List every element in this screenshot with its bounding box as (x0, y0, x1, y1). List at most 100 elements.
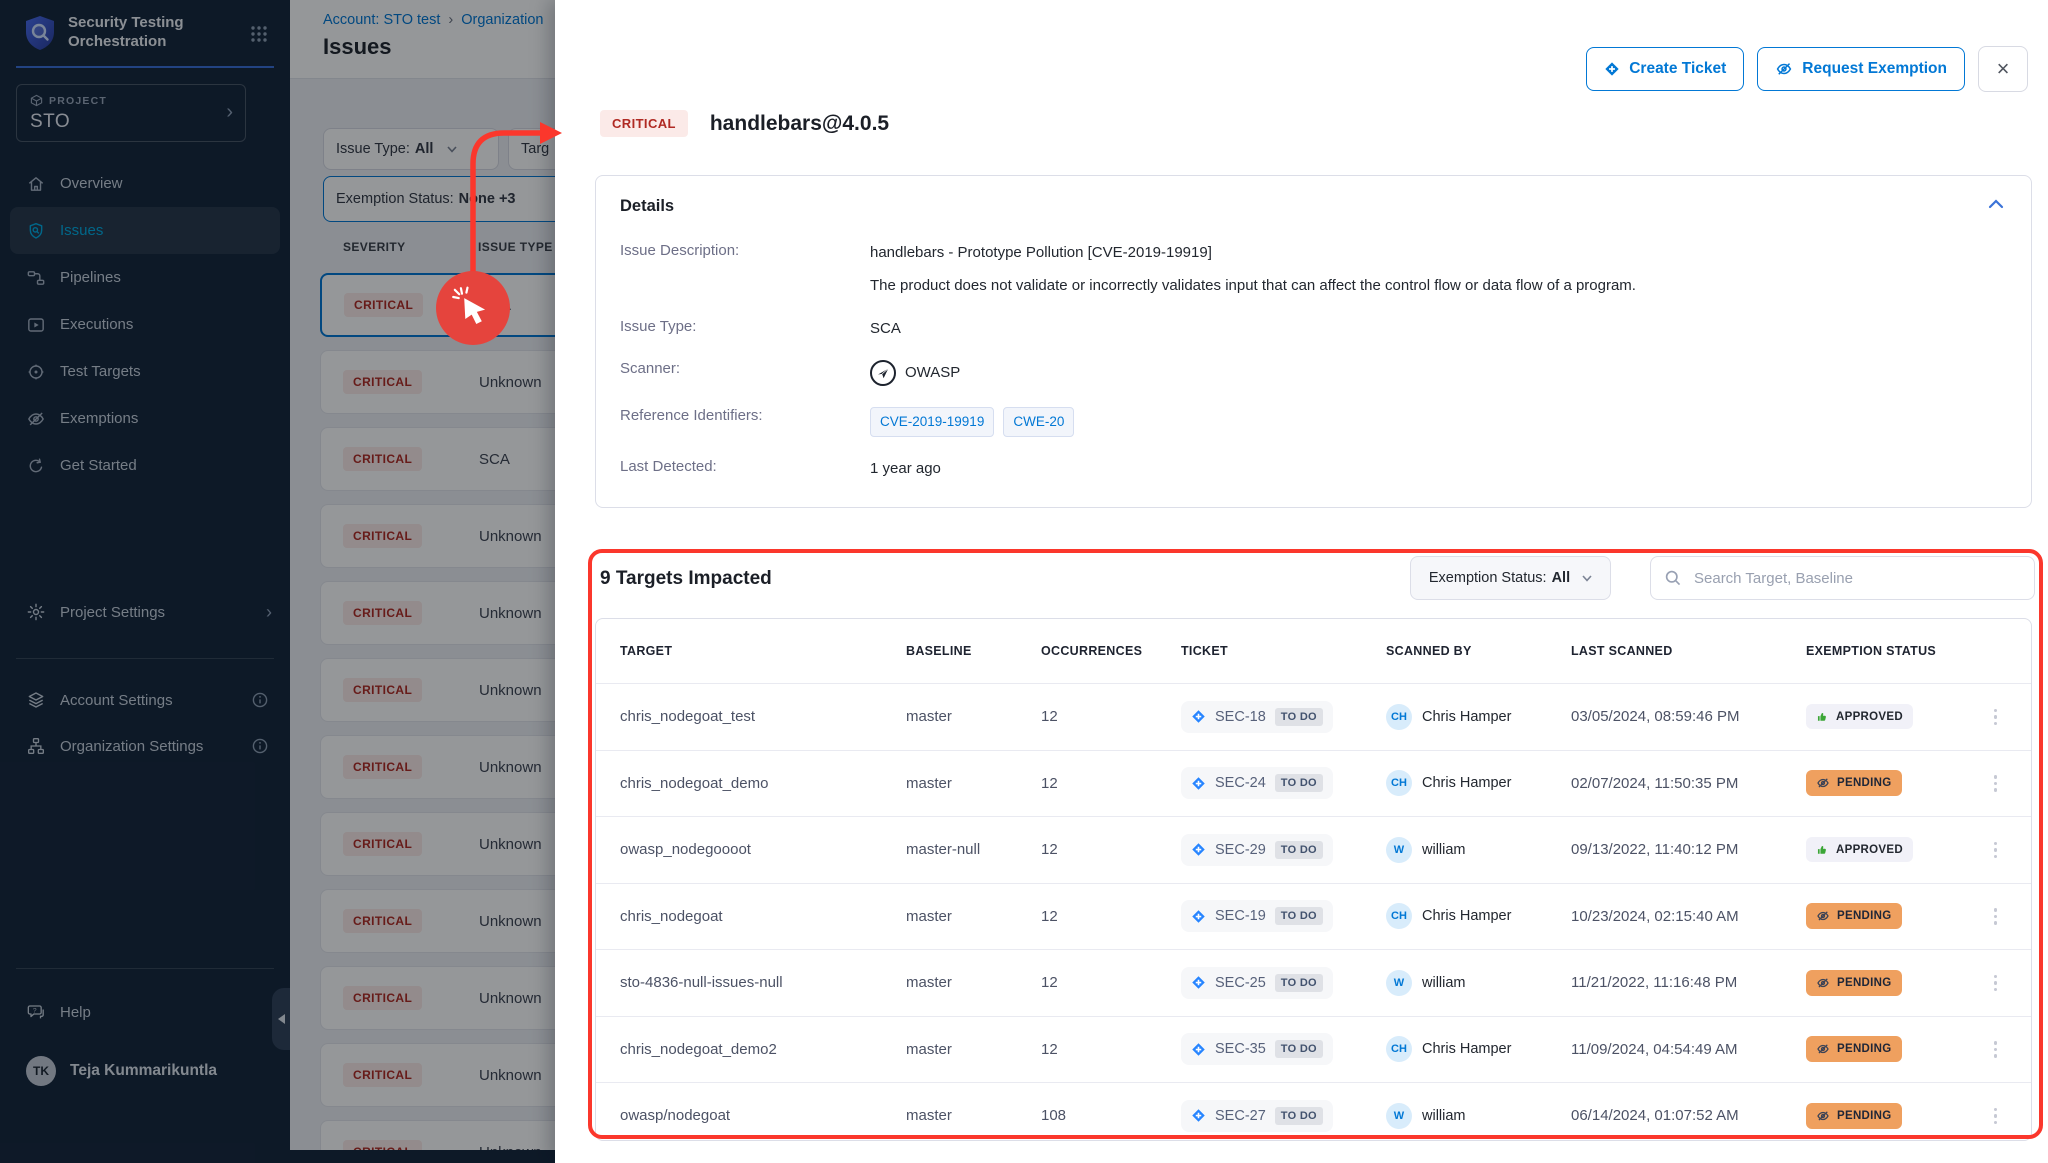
eye-off-icon (1816, 1109, 1830, 1123)
row-menu-kebab-icon[interactable] (1994, 1041, 2008, 1058)
occurrences-cell: 12 (1041, 775, 1181, 792)
occurrences-cell: 12 (1041, 708, 1181, 725)
row-menu-kebab-icon[interactable] (1994, 908, 2008, 925)
baseline-cell: master (906, 974, 1041, 991)
exemption-status-label: APPROVED (1836, 711, 1903, 723)
exemption-status-badge: PENDING (1806, 1103, 1902, 1129)
targets-table-header: TARGET BASELINE OCCURRENCES TICKET SCANN… (596, 619, 2031, 683)
jira-diamond-icon (1191, 1108, 1206, 1123)
exemption-status-label: PENDING (1837, 1043, 1892, 1055)
button-label: Create Ticket (1629, 60, 1726, 78)
close-button[interactable]: × (1978, 46, 2028, 92)
exemption-status-badge: PENDING (1806, 970, 1902, 996)
avatar: CH (1386, 1036, 1412, 1062)
ticket-status-badge: TO DO (1275, 774, 1323, 792)
target-cell: chris_nodegoat_demo2 (620, 1041, 906, 1058)
exemption-status-dropdown[interactable]: Exemption Status:All (1410, 556, 1611, 600)
row-menu-kebab-icon[interactable] (1994, 775, 2008, 792)
table-row[interactable]: owasp/nodegoat master 108 SEC-27 TO DO W… (596, 1082, 2031, 1141)
table-row[interactable]: chris_nodegoat_test master 12 SEC-18 TO … (596, 683, 2031, 750)
ticket-pill[interactable]: SEC-19 TO DO (1181, 900, 1333, 932)
issue-title: handlebars@4.0.5 (710, 112, 889, 136)
row-menu-kebab-icon[interactable] (1994, 709, 2008, 726)
ticket-pill[interactable]: SEC-24 TO DO (1181, 767, 1333, 799)
ticket-pill[interactable]: SEC-27 TO DO (1181, 1100, 1333, 1132)
owasp-scanner-icon (870, 360, 896, 386)
reference-chip-cwe[interactable]: CWE-20 (1003, 407, 1074, 437)
field-label: Last Detected: (620, 458, 870, 475)
baseline-cell: master (906, 708, 1041, 725)
eye-off-icon (1775, 60, 1793, 78)
row-menu-kebab-icon[interactable] (1994, 975, 2008, 992)
targets-table: TARGET BASELINE OCCURRENCES TICKET SCANN… (595, 618, 2032, 1141)
avatar: W (1386, 970, 1412, 996)
target-cell: owasp/nodegoat (620, 1107, 906, 1124)
scanned-by-name: Chris Hamper (1422, 1041, 1511, 1057)
field-issue-type: Issue Type: SCA (620, 318, 2007, 340)
exemption-status-badge: PENDING (1806, 903, 1902, 929)
exemption-status-badge: APPROVED (1806, 704, 1913, 729)
col-scanned-by: SCANNED BY (1386, 643, 1571, 660)
last-scanned-cell: 10/23/2024, 02:15:40 AM (1571, 908, 1806, 925)
ticket-id: SEC-19 (1215, 908, 1266, 924)
last-scanned-cell: 06/14/2024, 01:07:52 AM (1571, 1107, 1806, 1124)
details-heading: Details (620, 197, 2007, 216)
scanned-by-name: Chris Hamper (1422, 775, 1511, 791)
search-input[interactable] (1692, 569, 2021, 588)
ticket-pill[interactable]: SEC-29 TO DO (1181, 834, 1333, 866)
ticket-status-badge: TO DO (1275, 841, 1323, 859)
search-icon (1664, 569, 1682, 587)
chevron-up-icon[interactable] (1987, 198, 2005, 210)
thumbs-up-icon (1816, 710, 1829, 723)
eye-off-icon (1816, 776, 1830, 790)
last-detected-value: 1 year ago (870, 458, 2007, 480)
exemption-status-label: PENDING (1837, 910, 1892, 922)
target-search[interactable] (1650, 556, 2035, 600)
scanned-by-name: Chris Hamper (1422, 709, 1511, 725)
ticket-id: SEC-18 (1215, 709, 1266, 725)
exemption-status-badge: PENDING (1806, 1036, 1902, 1062)
occurrences-cell: 12 (1041, 974, 1181, 991)
ticket-id: SEC-24 (1215, 775, 1266, 791)
issue-description-body: The product does not validate or incorre… (870, 275, 2007, 297)
create-ticket-button[interactable]: Create Ticket (1586, 47, 1744, 91)
table-row[interactable]: sto-4836-null-issues-null master 12 SEC-… (596, 949, 2031, 1016)
exemption-status-badge: APPROVED (1806, 837, 1913, 862)
baseline-cell: master (906, 908, 1041, 925)
table-row[interactable]: chris_nodegoat_demo master 12 SEC-24 TO … (596, 750, 2031, 817)
ticket-status-badge: TO DO (1275, 974, 1323, 992)
jira-diamond-icon (1604, 61, 1620, 77)
ticket-pill[interactable]: SEC-18 TO DO (1181, 701, 1333, 733)
target-cell: chris_nodegoat_test (620, 708, 906, 725)
table-row[interactable]: chris_nodegoat_demo2 master 12 SEC-35 TO… (596, 1016, 2031, 1083)
exemption-status-label: PENDING (1837, 977, 1892, 989)
field-label: Issue Description: (620, 242, 870, 259)
last-scanned-cell: 03/05/2024, 08:59:46 PM (1571, 708, 1806, 725)
table-row[interactable]: chris_nodegoat master 12 SEC-19 TO DO CH… (596, 883, 2031, 950)
avatar: CH (1386, 903, 1412, 929)
targets-impacted-heading: 9 Targets Impacted (600, 568, 772, 590)
ticket-pill[interactable]: SEC-35 TO DO (1181, 1033, 1333, 1065)
baseline-cell: master (906, 1041, 1041, 1058)
field-reference-identifiers: Reference Identifiers: CVE-2019-19919 CW… (620, 407, 2007, 437)
field-scanner: Scanner: OWASP (620, 360, 2007, 386)
request-exemption-button[interactable]: Request Exemption (1757, 47, 1965, 91)
exemption-status-label: PENDING (1837, 777, 1892, 789)
baseline-cell: master-null (906, 841, 1041, 858)
row-menu-kebab-icon[interactable] (1994, 1108, 2008, 1125)
eye-off-icon (1816, 909, 1830, 923)
thumbs-up-icon (1816, 843, 1829, 856)
table-row[interactable]: owasp_nodegoooot master-null 12 SEC-29 T… (596, 816, 2031, 883)
avatar: W (1386, 1103, 1412, 1129)
ticket-pill[interactable]: SEC-25 TO DO (1181, 967, 1333, 999)
last-scanned-cell: 11/21/2022, 11:16:48 PM (1571, 974, 1806, 991)
jira-diamond-icon (1191, 842, 1206, 857)
issue-type-value: SCA (870, 318, 2007, 340)
row-menu-kebab-icon[interactable] (1994, 842, 2008, 859)
col-target: TARGET (620, 643, 906, 660)
occurrences-cell: 12 (1041, 908, 1181, 925)
occurrences-cell: 108 (1041, 1107, 1181, 1124)
reference-chip-cve[interactable]: CVE-2019-19919 (870, 407, 994, 437)
issue-description-title: handlebars - Prototype Pollution [CVE-20… (870, 242, 2007, 264)
close-icon: × (1997, 56, 2010, 82)
